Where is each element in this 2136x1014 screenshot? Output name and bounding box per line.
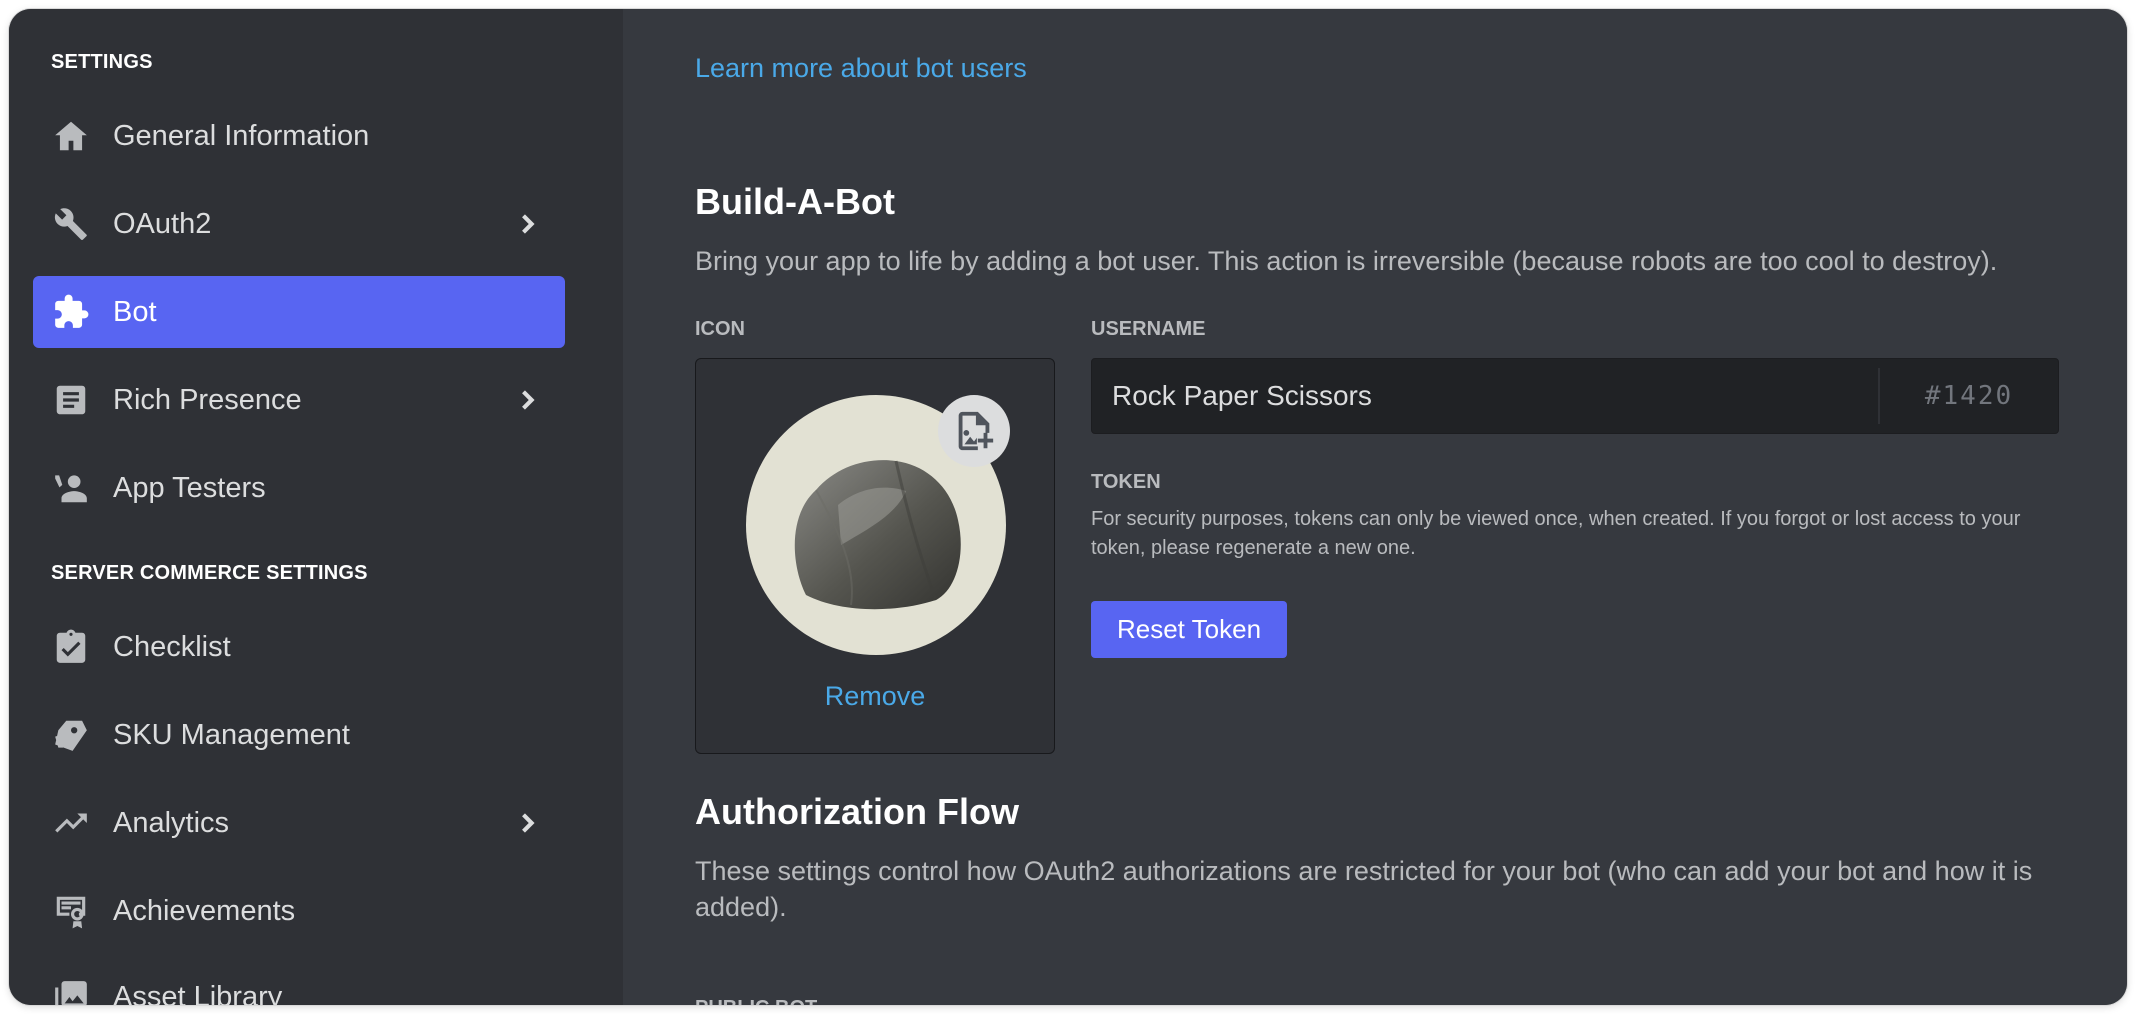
- puzzle-icon: [51, 292, 91, 332]
- chevron-right-icon: [511, 807, 543, 839]
- sidebar-item-checklist[interactable]: Checklist: [33, 611, 565, 683]
- sidebar-item-rich-presence[interactable]: Rich Presence: [33, 364, 565, 436]
- add-image-icon: [951, 408, 997, 454]
- sidebar-item-sku-management[interactable]: SKU Management: [33, 699, 565, 771]
- sidebar-item-label: Asset Library: [113, 980, 283, 1006]
- username-label: USERNAME: [1091, 318, 1206, 340]
- upload-image-button[interactable]: [938, 395, 1010, 467]
- sidebar-item-label: Achievements: [113, 894, 296, 927]
- sidebar-item-asset-library[interactable]: Asset Library: [33, 961, 565, 1005]
- clipboard-check-icon: [51, 627, 91, 667]
- sidebar-item-oauth2[interactable]: OAuth2: [33, 188, 565, 260]
- build-a-bot-title: Build-A-Bot: [695, 181, 895, 222]
- token-label: TOKEN: [1091, 471, 1161, 493]
- sidebar-item-label: Bot: [113, 295, 157, 328]
- icon-label: ICON: [695, 318, 745, 340]
- sidebar-item-general-information[interactable]: General Information: [33, 100, 565, 172]
- build-a-bot-description: Bring your app to life by adding a bot u…: [695, 246, 1998, 276]
- username-input[interactable]: [1092, 359, 1878, 433]
- discriminator: #1420: [1924, 381, 2014, 411]
- sidebar-item-label: SKU Management: [113, 718, 350, 751]
- reset-token-button[interactable]: Reset Token: [1091, 601, 1287, 658]
- sidebar-item-label: General Information: [113, 119, 370, 152]
- public-bot-label: PUBLIC BOT: [695, 997, 817, 1005]
- remove-icon-link[interactable]: Remove: [696, 681, 1054, 712]
- person-icon: [51, 468, 91, 508]
- award-icon: [51, 891, 91, 931]
- sidebar-item-label: Checklist: [113, 630, 231, 663]
- chevron-right-icon: [511, 384, 543, 416]
- app-window: SETTINGS General Information OAuth2 Bot: [9, 9, 2127, 1005]
- sidebar-item-label: Rich Presence: [113, 383, 302, 416]
- authorization-flow-description: These settings control how OAuth2 author…: [695, 856, 2033, 922]
- sidebar-item-label: Analytics: [113, 806, 230, 839]
- sidebar-item-label: App Testers: [113, 471, 266, 504]
- sidebar-item-app-testers[interactable]: App Testers: [33, 452, 565, 524]
- home-icon: [51, 116, 91, 156]
- document-icon: [51, 380, 91, 420]
- sidebar-item-label: OAuth2: [113, 207, 212, 240]
- images-icon: [51, 977, 91, 1005]
- wrench-icon: [51, 204, 91, 244]
- icon-upload-box: Remove: [695, 358, 1055, 754]
- tag-icon: [51, 715, 91, 755]
- authorization-flow-title: Authorization Flow: [695, 791, 1019, 832]
- sidebar-item-bot[interactable]: Bot: [33, 276, 565, 348]
- sidebar-item-analytics[interactable]: Analytics: [33, 787, 565, 859]
- chevron-right-icon: [511, 208, 543, 240]
- trending-up-icon: [51, 803, 91, 843]
- main-content: Learn more about bot users Build-A-Bot B…: [623, 9, 2127, 1005]
- username-field: #1420: [1091, 358, 2059, 434]
- settings-header: SETTINGS: [51, 51, 153, 73]
- sidebar: SETTINGS General Information OAuth2 Bot: [9, 9, 623, 1005]
- server-commerce-header: SERVER COMMERCE SETTINGS: [51, 562, 368, 584]
- sidebar-item-achievements[interactable]: Achievements: [33, 875, 565, 947]
- learn-more-link[interactable]: Learn more about bot users: [695, 53, 1027, 84]
- token-description: For security purposes, tokens can only b…: [1091, 508, 2021, 559]
